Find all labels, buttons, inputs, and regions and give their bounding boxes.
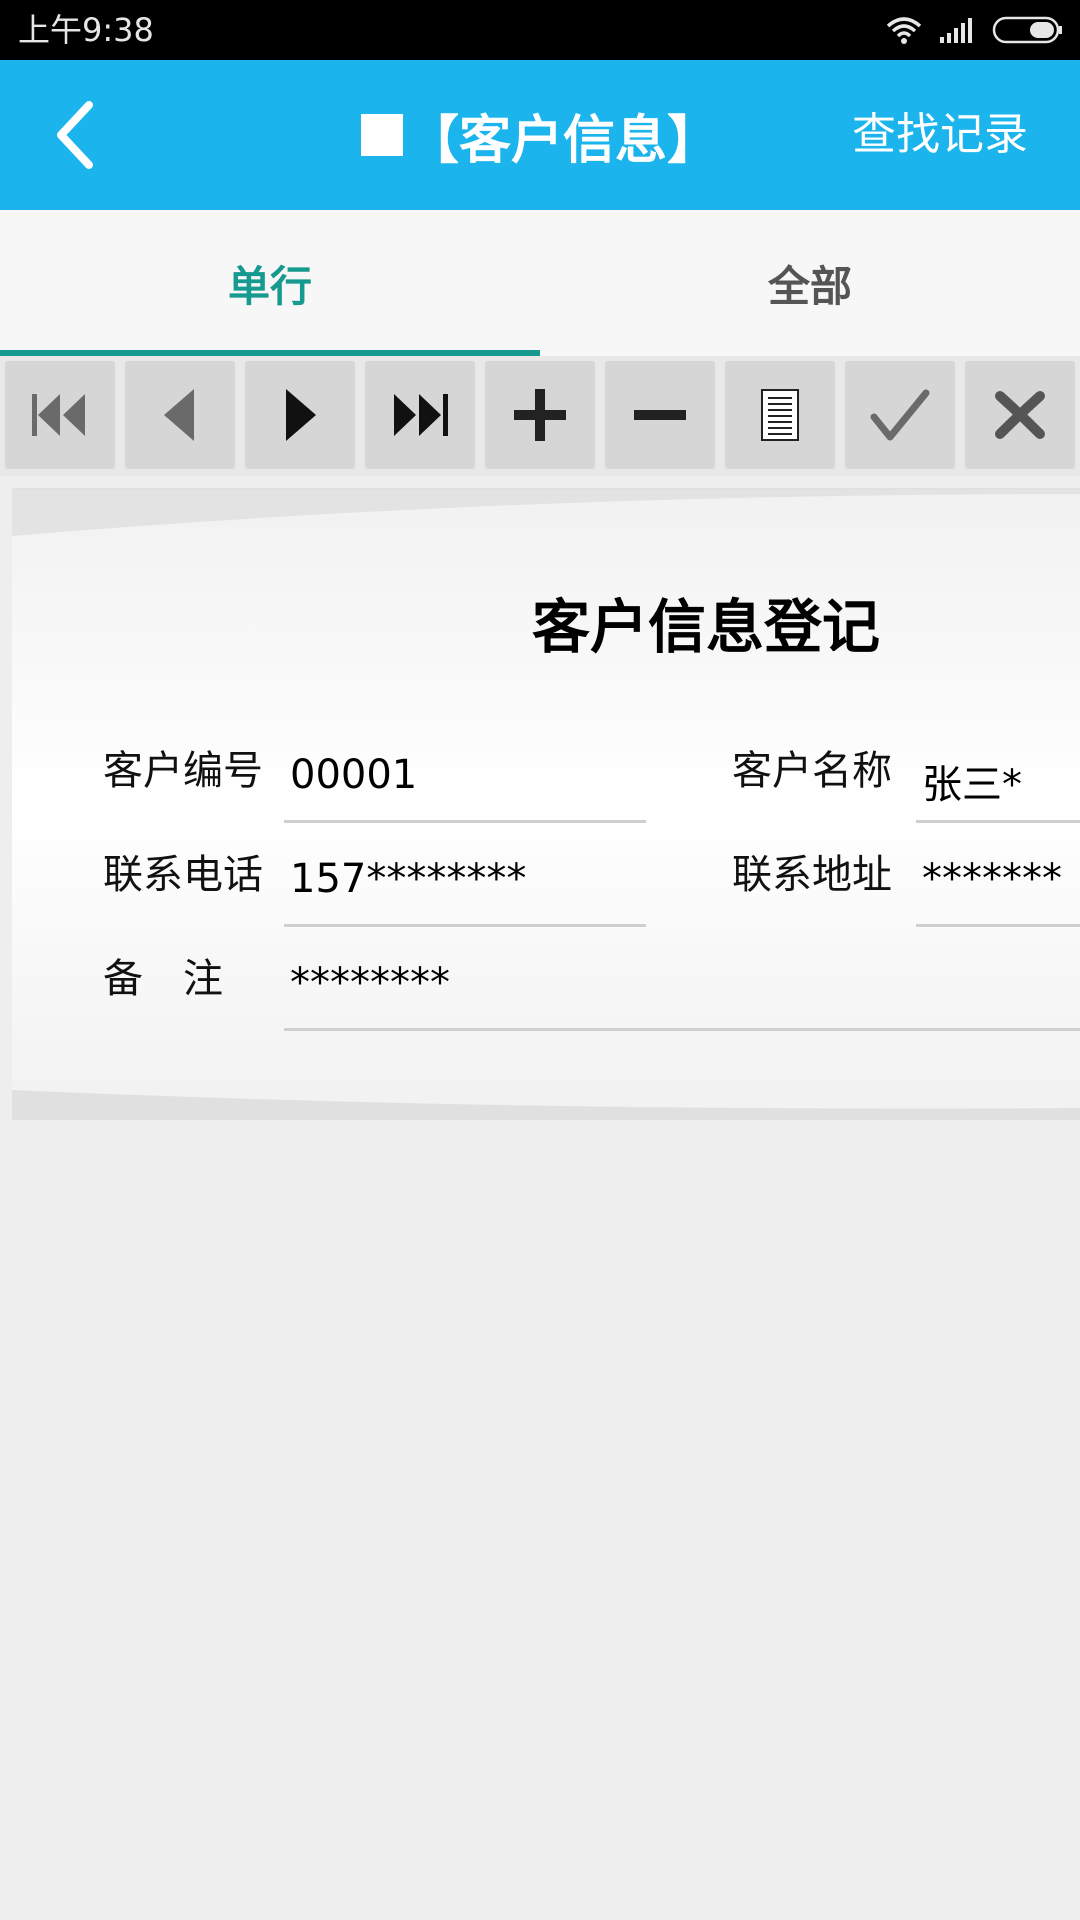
previous-record-icon — [164, 389, 194, 441]
last-record-button[interactable] — [365, 361, 475, 469]
add-icon — [514, 389, 566, 441]
customer-name-underline — [916, 820, 1080, 823]
signal-icon — [940, 18, 972, 43]
customer-id-underline — [284, 820, 646, 823]
delete-icon — [634, 410, 686, 420]
square-icon — [360, 114, 403, 156]
status-icons — [884, 12, 1064, 48]
first-record-icon — [32, 394, 85, 436]
customer-form-card: 客户信息登记 客户编号 00001 客户名称 张三* 联系电话 157*****… — [12, 488, 1080, 1120]
phone-underline — [284, 924, 646, 927]
next-record-icon — [286, 389, 316, 441]
remark-underline — [284, 1028, 1080, 1031]
first-record-button[interactable] — [5, 361, 115, 469]
app-header: 【客户信息】 查找记录 — [0, 60, 1080, 210]
address-field[interactable]: ******* — [922, 856, 1062, 902]
address-label: 联系地址 — [732, 852, 892, 898]
cancel-icon — [995, 391, 1045, 439]
tab-all[interactable]: 全部 — [540, 210, 1080, 356]
wifi-icon — [886, 17, 922, 44]
form-title: 客户信息登记 — [532, 593, 881, 661]
customer-name-field[interactable]: 张三* — [922, 752, 1022, 810]
add-record-button[interactable] — [485, 361, 595, 469]
tab-label: 全部 — [767, 261, 852, 311]
document-button[interactable] — [725, 361, 835, 469]
customer-id-label: 客户编号 — [103, 748, 263, 794]
status-bar: 上午9:38 — [0, 0, 1080, 60]
next-record-button[interactable] — [245, 361, 355, 469]
page-title-text: 【客户信息】 — [406, 110, 719, 171]
record-toolbar — [0, 356, 1080, 476]
tab-label: 单行 — [227, 261, 312, 311]
address-underline — [916, 924, 1080, 927]
view-tabs: 单行 全部 — [0, 210, 1080, 356]
find-records-button[interactable]: 查找记录 — [852, 106, 1028, 164]
status-time: 上午9:38 — [18, 11, 154, 49]
customer-id-field[interactable]: 00001 — [290, 752, 417, 798]
back-arrow-icon — [57, 101, 93, 169]
previous-record-button[interactable] — [125, 361, 235, 469]
remark-label: 备 注 — [103, 956, 223, 1002]
remark-field[interactable]: ******** — [290, 960, 450, 1006]
battery-icon — [992, 16, 1062, 44]
confirm-button[interactable] — [845, 361, 955, 469]
customer-name-label: 客户名称 — [732, 748, 892, 794]
tab-single-row[interactable]: 单行 — [0, 210, 540, 356]
phone-label: 联系电话 — [103, 852, 263, 898]
delete-record-button[interactable] — [605, 361, 715, 469]
phone-field[interactable]: 157******** — [290, 856, 526, 902]
confirm-icon — [870, 389, 930, 441]
last-record-icon — [394, 394, 448, 436]
back-button[interactable] — [40, 95, 110, 175]
cancel-button[interactable] — [965, 361, 1075, 469]
document-icon — [761, 389, 799, 441]
